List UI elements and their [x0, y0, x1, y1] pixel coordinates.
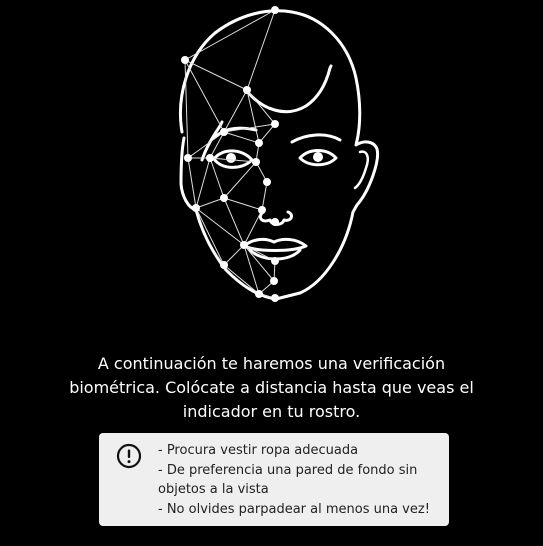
mesh-node	[184, 154, 192, 162]
mesh-node	[240, 241, 248, 249]
mesh-node	[181, 56, 189, 64]
mesh-node	[243, 86, 251, 94]
exclamation-circle-icon	[116, 443, 142, 469]
tip-item: - De preferencia una pared de fondo sin …	[158, 462, 418, 498]
biometric-instruction-text: A continuación te haremos una verificaci…	[69, 354, 474, 421]
tips-list: - Procura vestir ropa adecuada - De pref…	[158, 441, 440, 519]
mesh-node	[220, 261, 228, 269]
right-ear-inner	[353, 150, 369, 190]
mesh-node	[270, 277, 278, 285]
mesh-node	[206, 154, 214, 162]
right-eyebrow	[290, 133, 342, 144]
mesh-node	[271, 120, 279, 128]
tips-card: - Procura vestir ropa adecuada - De pref…	[99, 433, 449, 526]
mesh-node	[271, 6, 279, 14]
face-biometric-mesh-icon	[178, 6, 380, 302]
mesh-node	[255, 139, 263, 147]
right-pupil	[313, 152, 323, 162]
mesh-node	[192, 204, 200, 212]
mesh-node	[271, 218, 279, 226]
mesh-node	[271, 294, 279, 302]
mesh-node	[271, 257, 279, 265]
tip-item: - Procura vestir ropa adecuada	[158, 443, 359, 458]
mesh-node	[220, 128, 228, 136]
mesh-node	[255, 290, 263, 298]
mesh-node	[263, 178, 271, 186]
left-pupil	[226, 153, 236, 163]
mesh-node	[258, 206, 266, 214]
mesh-node	[220, 194, 228, 202]
upper-lip	[242, 237, 308, 252]
mesh-node	[252, 158, 260, 166]
tip-item: - No olvides parpadear al menos una vez!	[158, 501, 430, 517]
